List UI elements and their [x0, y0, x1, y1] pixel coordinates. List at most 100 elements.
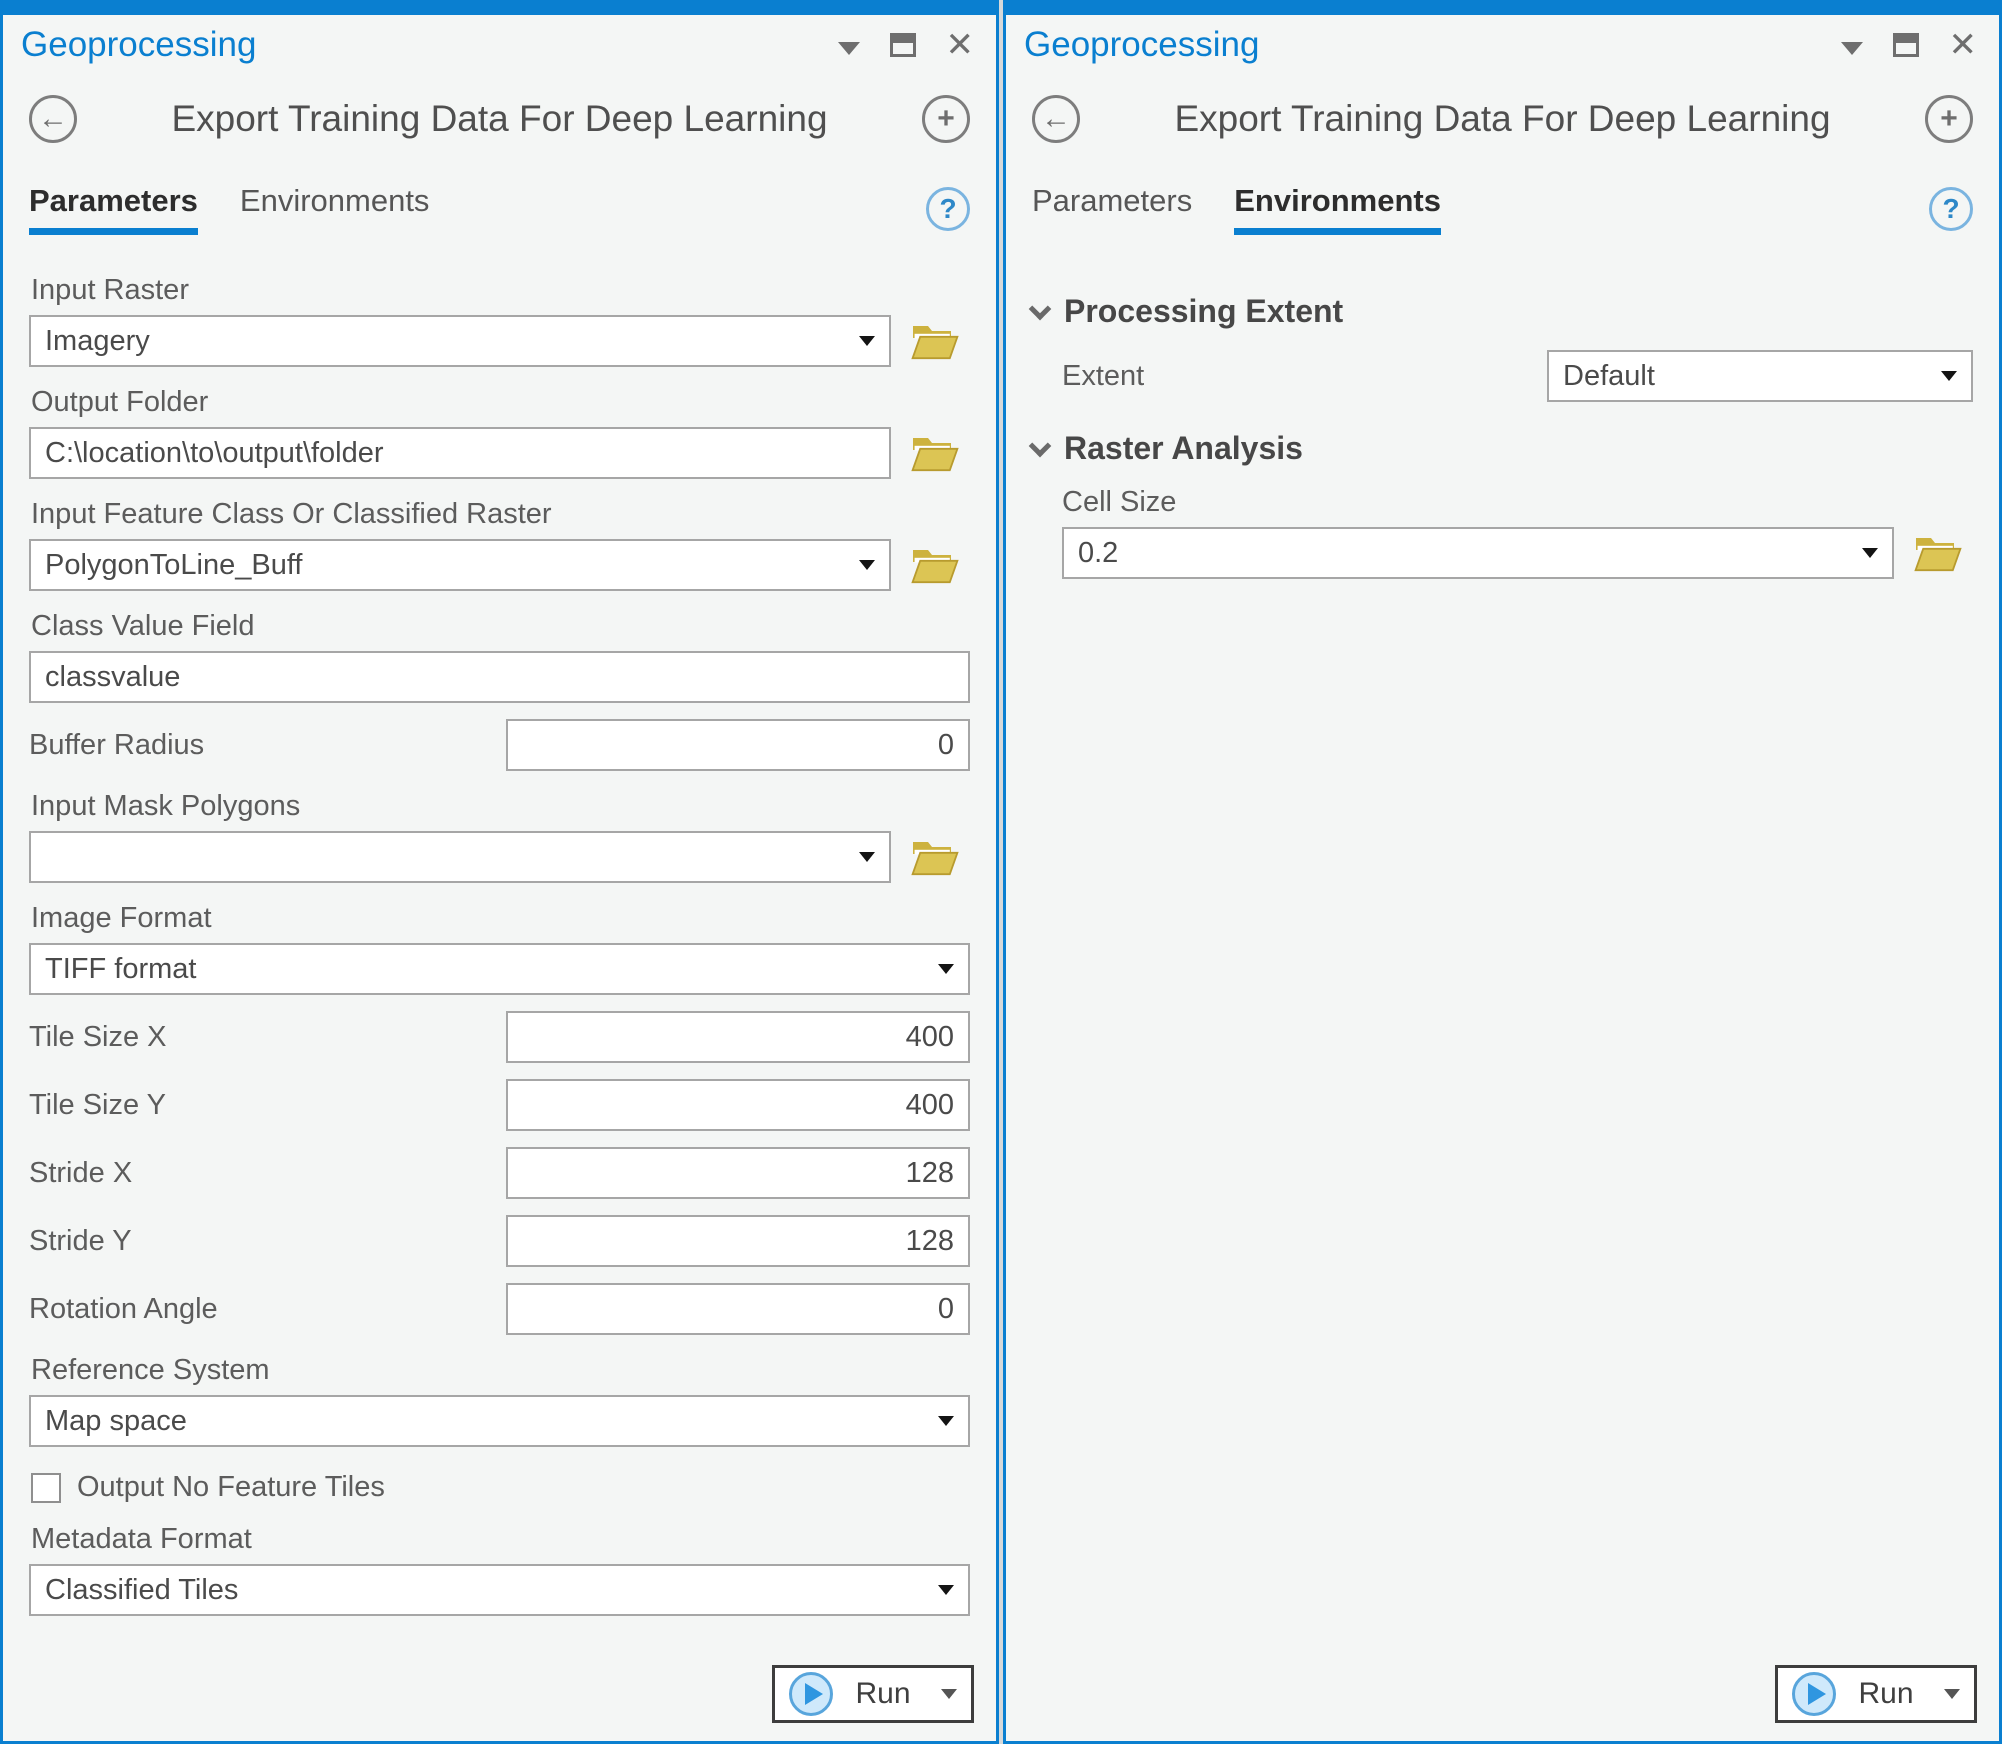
- tile-size-y-input[interactable]: 400: [506, 1079, 970, 1131]
- run-button[interactable]: Run: [772, 1665, 974, 1723]
- input-mask-polygons-combobox[interactable]: [29, 831, 891, 883]
- buffer-radius-input[interactable]: 0: [506, 719, 970, 771]
- back-arrow-icon: ←: [38, 102, 68, 136]
- tab-bar: Parameters Environments ?: [3, 143, 996, 235]
- tab-bar: Parameters Environments ?: [1006, 143, 1999, 235]
- add-to-model-button[interactable]: +: [922, 95, 970, 143]
- run-play-icon: [789, 1672, 833, 1716]
- run-options-chevron-icon[interactable]: [941, 1689, 957, 1699]
- input-raster-combobox[interactable]: Imagery: [29, 315, 891, 367]
- class-value-field-input[interactable]: classvalue: [29, 651, 970, 703]
- stride-x-input[interactable]: 128: [506, 1147, 970, 1199]
- input-value: 0: [938, 729, 954, 762]
- pane-titlebar: Geoprocessing ✕: [1006, 15, 1999, 65]
- output-folder-input[interactable]: C:\location\to\output\folder: [29, 427, 891, 479]
- browse-folder-button[interactable]: [911, 545, 959, 585]
- folder-icon: [911, 545, 959, 585]
- folder-icon: [911, 321, 959, 361]
- output-folder-label: Output Folder: [31, 385, 970, 419]
- back-arrow-icon: ←: [1041, 102, 1071, 136]
- browse-folder-button[interactable]: [911, 321, 959, 361]
- help-icon: ?: [1942, 193, 1959, 225]
- chevron-down-icon: [1029, 434, 1052, 457]
- rotation-angle-label: Rotation Angle: [29, 1293, 218, 1326]
- back-button[interactable]: ←: [1032, 95, 1080, 143]
- parameters-form: Input Raster Imagery Output Folder C:\lo…: [3, 235, 996, 1616]
- combo-value: TIFF format: [45, 953, 196, 986]
- image-format-combobox[interactable]: TIFF format: [29, 943, 970, 995]
- tab-parameters[interactable]: Parameters: [1032, 183, 1192, 235]
- help-button[interactable]: ?: [926, 187, 970, 231]
- browse-folder-button[interactable]: [911, 433, 959, 473]
- extent-combobox[interactable]: Default: [1547, 350, 1973, 402]
- stride-x-label: Stride X: [29, 1157, 132, 1190]
- reference-system-combobox[interactable]: Map space: [29, 1395, 970, 1447]
- environments-form: Processing Extent Extent Default Raster …: [1006, 235, 1999, 579]
- geoprocessing-pane-environments: Geoprocessing ✕ ← Export Training Data F…: [1003, 0, 2002, 1744]
- input-value: 0: [938, 1293, 954, 1326]
- chevron-down-icon: [859, 852, 875, 862]
- run-options-chevron-icon[interactable]: [1944, 1689, 1960, 1699]
- plus-icon: +: [937, 102, 955, 136]
- input-value: 400: [906, 1021, 954, 1054]
- combo-value: Default: [1563, 360, 1655, 393]
- buffer-radius-label: Buffer Radius: [29, 729, 204, 762]
- pane-menu-icon[interactable]: [838, 42, 860, 55]
- section-raster-analysis[interactable]: Raster Analysis: [1032, 430, 1973, 467]
- close-icon[interactable]: ✕: [1949, 28, 1978, 62]
- back-button[interactable]: ←: [29, 95, 77, 143]
- output-no-feature-tiles-label: Output No Feature Tiles: [77, 1471, 385, 1504]
- class-value-field-label: Class Value Field: [31, 609, 970, 643]
- cell-size-combobox[interactable]: 0.2: [1062, 527, 1894, 579]
- chevron-down-icon: [938, 1416, 954, 1426]
- browse-folder-button[interactable]: [1914, 533, 1962, 573]
- rotation-angle-input[interactable]: 0: [506, 1283, 970, 1335]
- folder-icon: [911, 433, 959, 473]
- input-value: 128: [906, 1225, 954, 1258]
- maximize-icon[interactable]: [890, 33, 916, 57]
- help-button[interactable]: ?: [1929, 187, 1973, 231]
- folder-icon: [1914, 533, 1962, 573]
- reference-system-label: Reference System: [31, 1353, 970, 1387]
- input-value: 128: [906, 1157, 954, 1190]
- chevron-down-icon: [938, 1585, 954, 1595]
- tile-size-x-input[interactable]: 400: [506, 1011, 970, 1063]
- help-icon: ?: [939, 193, 956, 225]
- stride-y-input[interactable]: 128: [506, 1215, 970, 1267]
- tab-parameters[interactable]: Parameters: [29, 183, 198, 235]
- browse-folder-button[interactable]: [911, 837, 959, 877]
- section-processing-extent[interactable]: Processing Extent: [1032, 293, 1973, 330]
- chevron-down-icon: [1029, 297, 1052, 320]
- plus-icon: +: [1940, 102, 1958, 136]
- maximize-icon[interactable]: [1893, 33, 1919, 57]
- stride-y-label: Stride Y: [29, 1225, 132, 1258]
- tool-header: ← Export Training Data For Deep Learning…: [1006, 65, 1999, 143]
- output-no-feature-tiles-checkbox[interactable]: [31, 1473, 61, 1503]
- pane-accent-strip: [3, 3, 996, 15]
- section-title: Raster Analysis: [1064, 430, 1303, 467]
- add-to-model-button[interactable]: +: [1925, 95, 1973, 143]
- close-icon[interactable]: ✕: [946, 28, 975, 62]
- folder-icon: [911, 837, 959, 877]
- combo-value: PolygonToLine_Buff: [45, 549, 302, 582]
- tab-environments[interactable]: Environments: [1234, 183, 1441, 235]
- combo-value: Classified Tiles: [45, 1574, 238, 1607]
- run-button-label: Run: [1858, 1677, 1913, 1711]
- chevron-down-icon: [859, 336, 875, 346]
- combo-value: 0.2: [1078, 537, 1118, 570]
- metadata-format-combobox[interactable]: Classified Tiles: [29, 1564, 970, 1616]
- geoprocessing-pane-parameters: Geoprocessing ✕ ← Export Training Data F…: [0, 0, 999, 1744]
- run-button[interactable]: Run: [1775, 1665, 1977, 1723]
- cell-size-label: Cell Size: [1062, 485, 1973, 519]
- chevron-down-icon: [1862, 548, 1878, 558]
- extent-label: Extent: [1062, 360, 1144, 393]
- input-feature-class-combobox[interactable]: PolygonToLine_Buff: [29, 539, 891, 591]
- metadata-format-label: Metadata Format: [31, 1522, 970, 1556]
- input-value: C:\location\to\output\folder: [45, 437, 384, 470]
- input-value: classvalue: [45, 661, 180, 694]
- pane-menu-icon[interactable]: [1841, 42, 1863, 55]
- tool-header: ← Export Training Data For Deep Learning…: [3, 65, 996, 143]
- chevron-down-icon: [938, 964, 954, 974]
- tab-environments[interactable]: Environments: [240, 183, 430, 235]
- image-format-label: Image Format: [31, 901, 970, 935]
